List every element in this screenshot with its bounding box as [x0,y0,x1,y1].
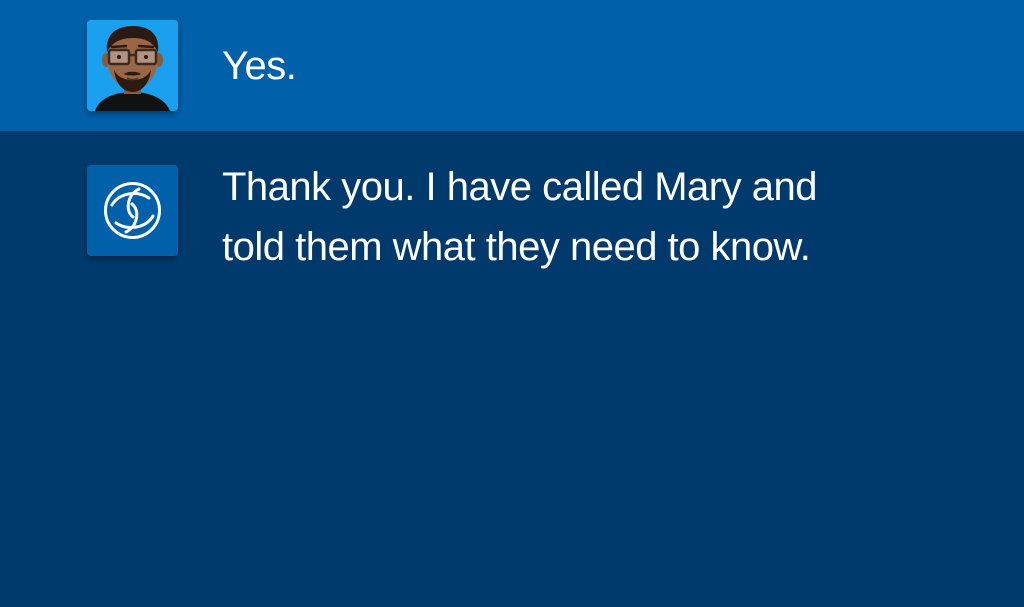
assistant-message-line-1: Thank you. I have called Mary and [222,165,817,209]
assistant-message-text: Thank you. I have called Mary and told t… [222,157,942,277]
user-message-line: Yes. [222,44,297,88]
assistant-logo-icon [87,165,178,256]
assistant-message-row: Thank you. I have called Mary and told t… [0,131,1024,607]
conversation-screen: Yes. Thank you. I have called Mary and t… [0,0,1024,607]
user-message-row: Yes. [0,0,1024,131]
assistant-message-line-2: told them what they need to know. [222,225,811,269]
user-message-text: Yes. [222,36,297,96]
user-avatar-icon [87,20,178,111]
